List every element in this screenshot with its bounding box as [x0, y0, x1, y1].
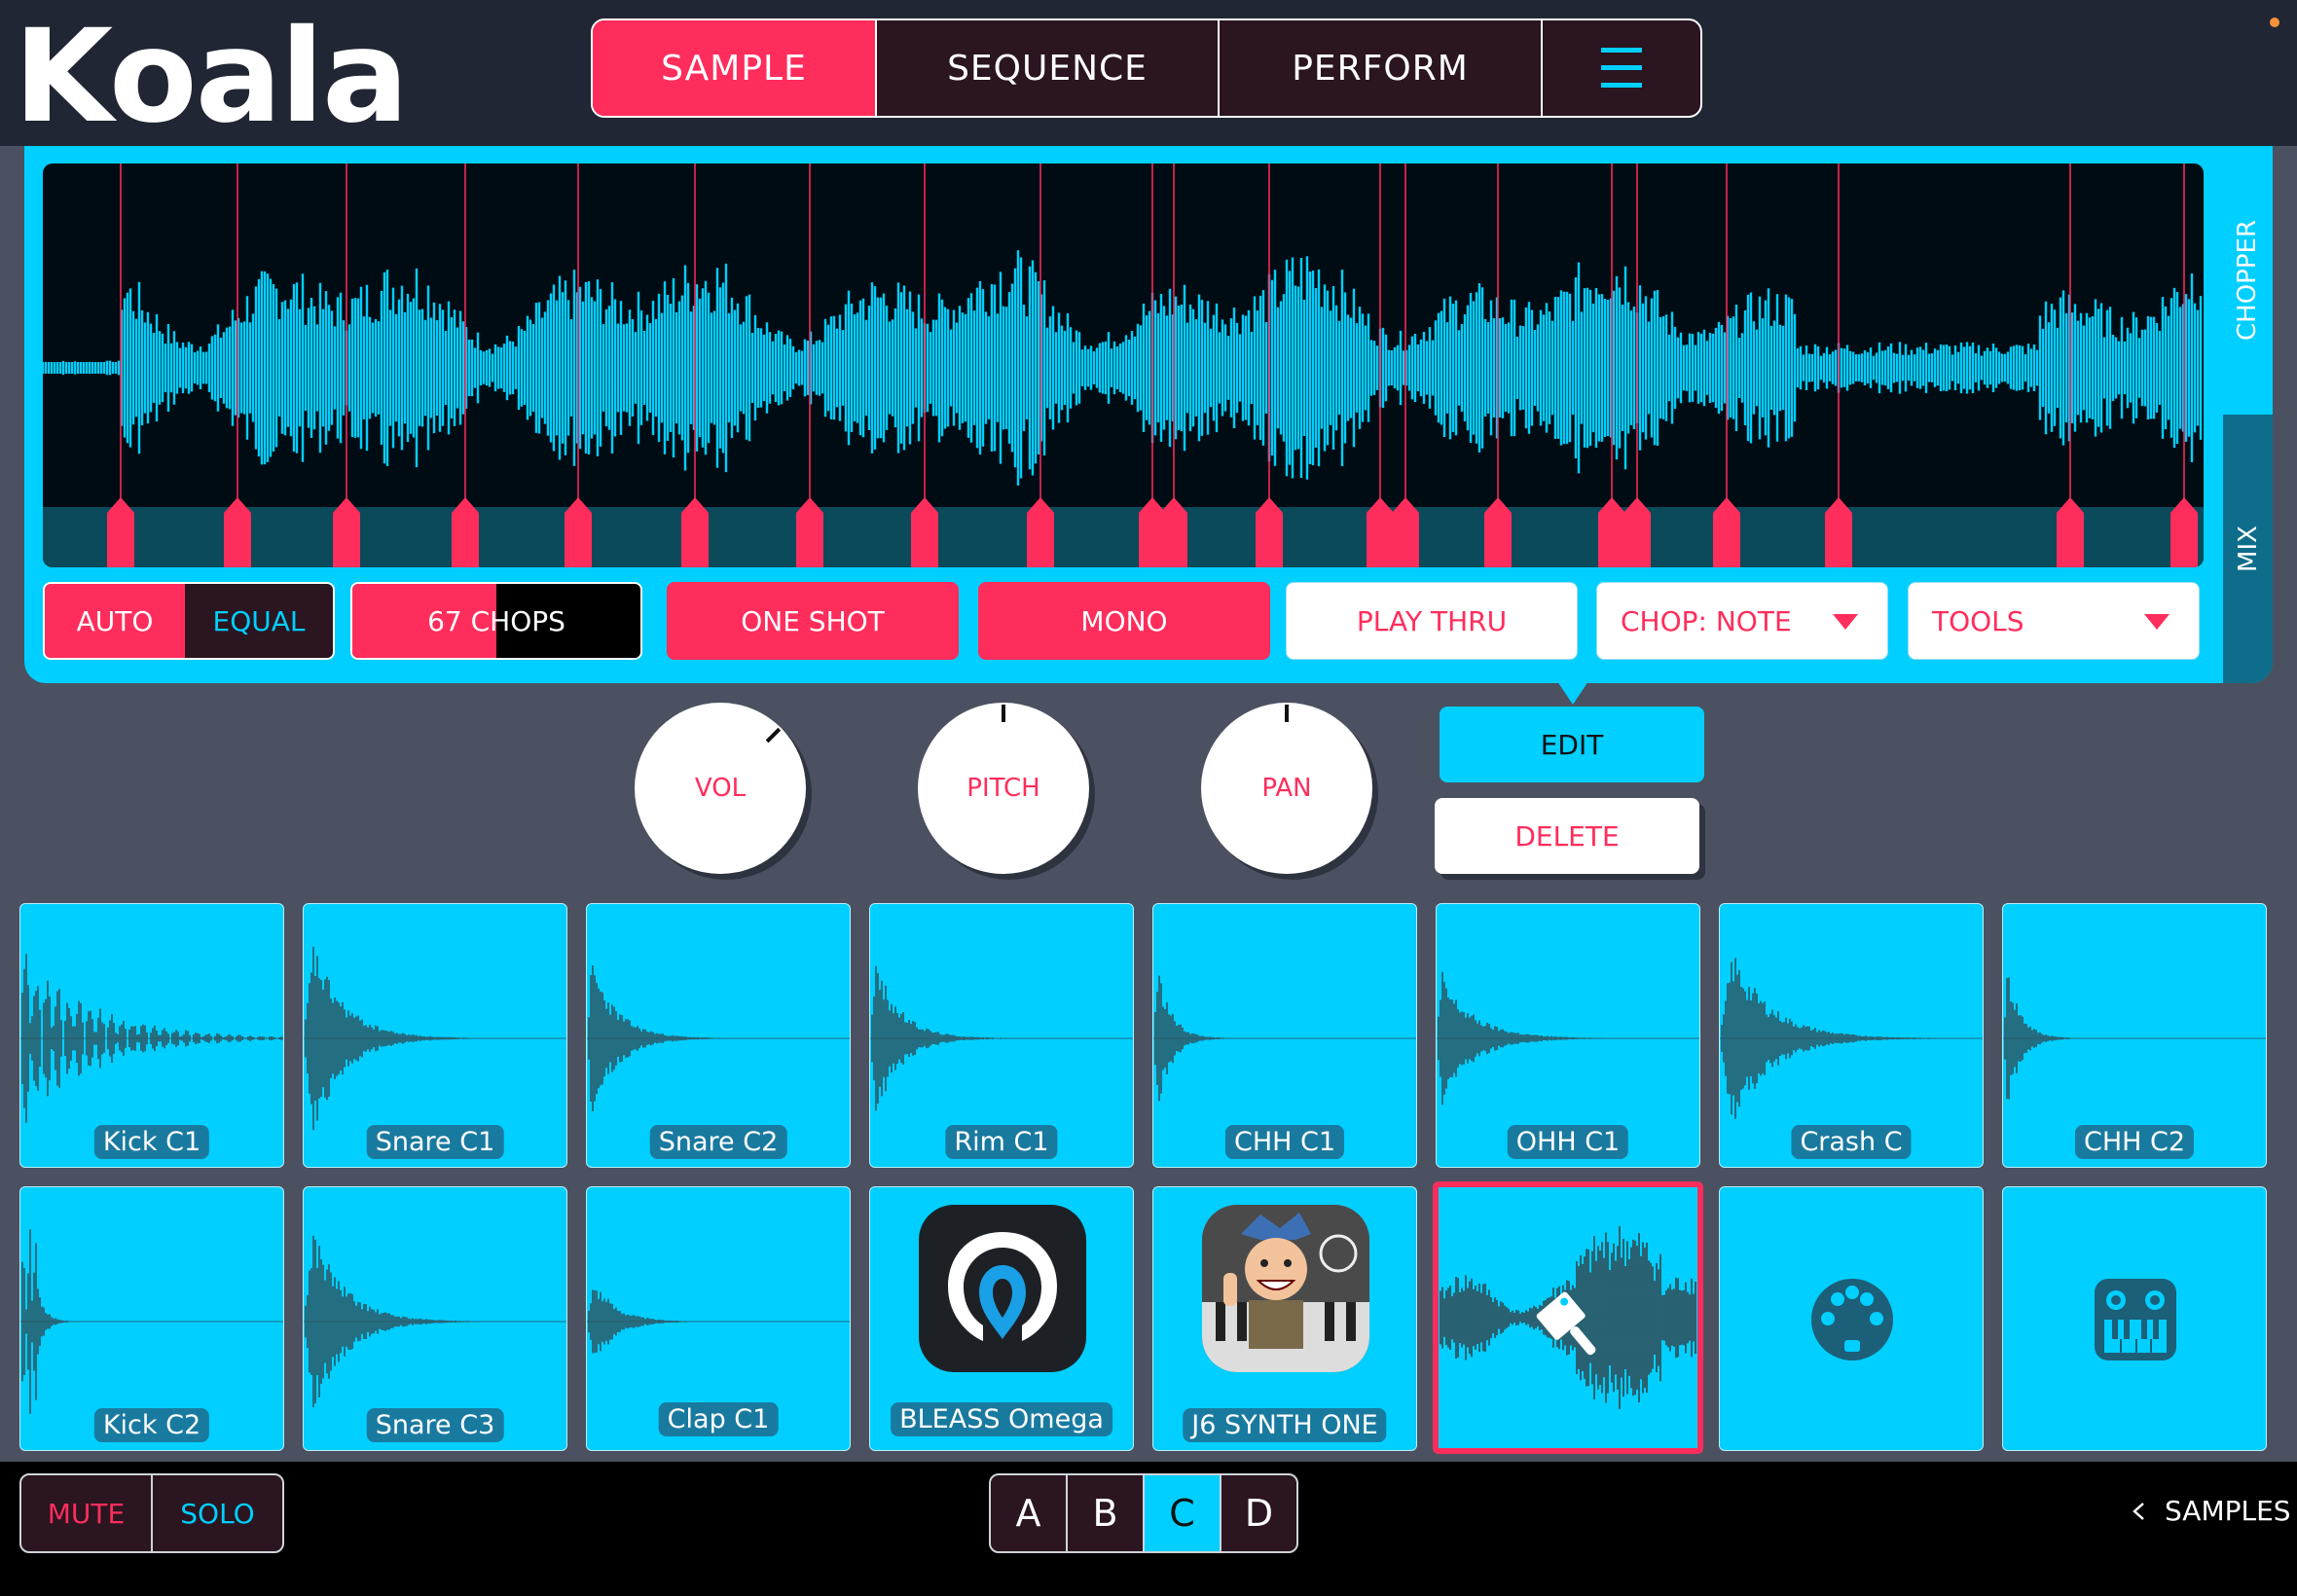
keyboard-icon	[2095, 1279, 2176, 1360]
one-shot-button[interactable]: ONE SHOT	[667, 582, 959, 660]
omega-logo-icon	[948, 1232, 1057, 1341]
auto-button[interactable]: AUTO	[45, 584, 185, 658]
chevron-down-icon	[1833, 614, 1858, 630]
pad-snare-c1[interactable]: Snare C1	[303, 903, 567, 1168]
pitch-knob[interactable]: PITCH	[918, 703, 1089, 874]
menu-button[interactable]	[1543, 20, 1700, 116]
pad-j6-synth-one[interactable]: J6 SYNTH ONE	[1152, 1186, 1417, 1451]
samples-label: SAMPLES	[2165, 1495, 2291, 1527]
tab-sample[interactable]: SAMPLE	[593, 20, 877, 116]
chops-slider[interactable]: 67 CHOPS	[350, 582, 642, 660]
mono-button[interactable]: MONO	[978, 582, 1270, 660]
j6-synth-one-app-icon	[1202, 1205, 1369, 1372]
pad-bleass-omega[interactable]: BLEASS Omega	[869, 1186, 1134, 1451]
app-logo: Koala	[14, 2, 409, 152]
chevron-down-icon	[2144, 614, 2169, 630]
pad-label: Snare C1	[366, 1125, 504, 1159]
tab-perform[interactable]: PERFORM	[1220, 20, 1543, 116]
auto-equal-toggle: AUTO EQUAL	[43, 582, 335, 660]
tab-sequence[interactable]: SEQUENCE	[877, 20, 1220, 116]
chevron-left-icon	[2133, 1502, 2144, 1520]
pad-chh-c1[interactable]: CHH C1	[1152, 903, 1417, 1168]
pad-chopper[interactable]	[1433, 1181, 1703, 1454]
waveform-graphic[interactable]	[43, 163, 2204, 567]
hamburger-icon	[1601, 48, 1642, 88]
pad-label: J6 SYNTH ONE	[1183, 1408, 1387, 1442]
pad-label: Kick C1	[93, 1125, 210, 1159]
pad-midi[interactable]	[1719, 1186, 1984, 1451]
pad-clap-c1[interactable]: Clap C1	[586, 1186, 851, 1451]
tools-dropdown[interactable]: TOOLS	[1908, 582, 2200, 660]
solo-button[interactable]: SOLO	[153, 1475, 282, 1551]
bank-c-button[interactable]: C	[1145, 1475, 1221, 1551]
status-dot	[2270, 18, 2279, 27]
pad-rim-c1[interactable]: Rim C1	[869, 903, 1134, 1168]
vol-knob[interactable]: VOL	[635, 703, 806, 874]
pad-ohh-c1[interactable]: OHH C1	[1436, 903, 1700, 1168]
side-tab-mix[interactable]: MIX	[2223, 415, 2273, 683]
pad-label: OHH C1	[1507, 1125, 1629, 1159]
pan-knob-label: PAN	[1261, 774, 1312, 803]
bank-d-button[interactable]: D	[1221, 1475, 1296, 1551]
bank-a-button[interactable]: A	[991, 1475, 1068, 1551]
pad-label: Crash C	[1791, 1125, 1912, 1159]
pad-kick-c2[interactable]: Kick C2	[19, 1186, 284, 1451]
pad-label: Rim C1	[945, 1125, 1058, 1159]
bank-selector: A B C D	[989, 1473, 1298, 1553]
pad-snare-c3[interactable]: Snare C3	[303, 1186, 567, 1451]
pad-label: Kick C2	[93, 1408, 210, 1442]
pad-crash-c[interactable]: Crash C	[1719, 903, 1984, 1168]
pad-label: Snare C3	[366, 1408, 504, 1442]
pan-knob[interactable]: PAN	[1201, 703, 1372, 874]
mute-solo-toggle: MUTE SOLO	[19, 1473, 284, 1553]
main-tabs: SAMPLE SEQUENCE PERFORM	[591, 18, 1702, 118]
pad-label: BLEASS Omega	[891, 1402, 1112, 1436]
chop-mode-dropdown[interactable]: CHOP: NOTE	[1596, 582, 1888, 660]
pitch-knob-label: PITCH	[966, 774, 1040, 803]
bleass-omega-app-icon	[919, 1205, 1086, 1372]
pad-keyboard[interactable]	[2002, 1186, 2267, 1451]
side-tab-chopper-label: CHOPPER	[2233, 219, 2263, 342]
j6-mascot-icon	[1202, 1205, 1369, 1372]
vol-knob-label: VOL	[694, 774, 747, 803]
pad-snare-c2[interactable]: Snare C2	[586, 903, 851, 1168]
vol-knob-indicator	[765, 727, 782, 744]
midi-icon	[1811, 1279, 1893, 1360]
mute-button[interactable]: MUTE	[21, 1475, 153, 1551]
equal-button[interactable]: EQUAL	[185, 584, 333, 658]
samples-link[interactable]: SAMPLES	[2132, 1495, 2291, 1527]
bank-b-button[interactable]: B	[1068, 1475, 1145, 1551]
pitch-knob-indicator	[1002, 705, 1005, 722]
side-tab-chopper[interactable]: CHOPPER	[2223, 146, 2273, 415]
side-tab-mix-label: MIX	[2233, 526, 2263, 572]
pad-chh-c2[interactable]: CHH C2	[2002, 903, 2267, 1168]
pad-label: CHH C1	[1224, 1125, 1345, 1159]
pan-knob-indicator	[1285, 705, 1289, 722]
edit-button[interactable]: EDIT	[1440, 707, 1704, 782]
play-thru-button[interactable]: PLAY THRU	[1286, 582, 1578, 660]
pad-label: Snare C2	[649, 1125, 787, 1159]
pad-label: Clap C1	[658, 1402, 779, 1436]
side-tabs: CHOPPER MIX	[2223, 146, 2273, 683]
cleaver-icon	[1536, 1291, 1596, 1356]
delete-button[interactable]: DELETE	[1435, 798, 1699, 874]
waveform-display[interactable]	[43, 163, 2204, 567]
pad-kick-c1[interactable]: Kick C1	[19, 903, 284, 1168]
pad-label: CHH C2	[2074, 1125, 2195, 1159]
edit-menu-pointer	[1557, 681, 1588, 705]
chop-controls: AUTO EQUAL 67 CHOPS ONE SHOT MONO PLAY T…	[43, 582, 2204, 662]
chop-mode-value: CHOP: NOTE	[1621, 604, 1792, 637]
tools-label: TOOLS	[1932, 604, 2024, 637]
chops-count: 67 CHOPS	[427, 604, 565, 637]
